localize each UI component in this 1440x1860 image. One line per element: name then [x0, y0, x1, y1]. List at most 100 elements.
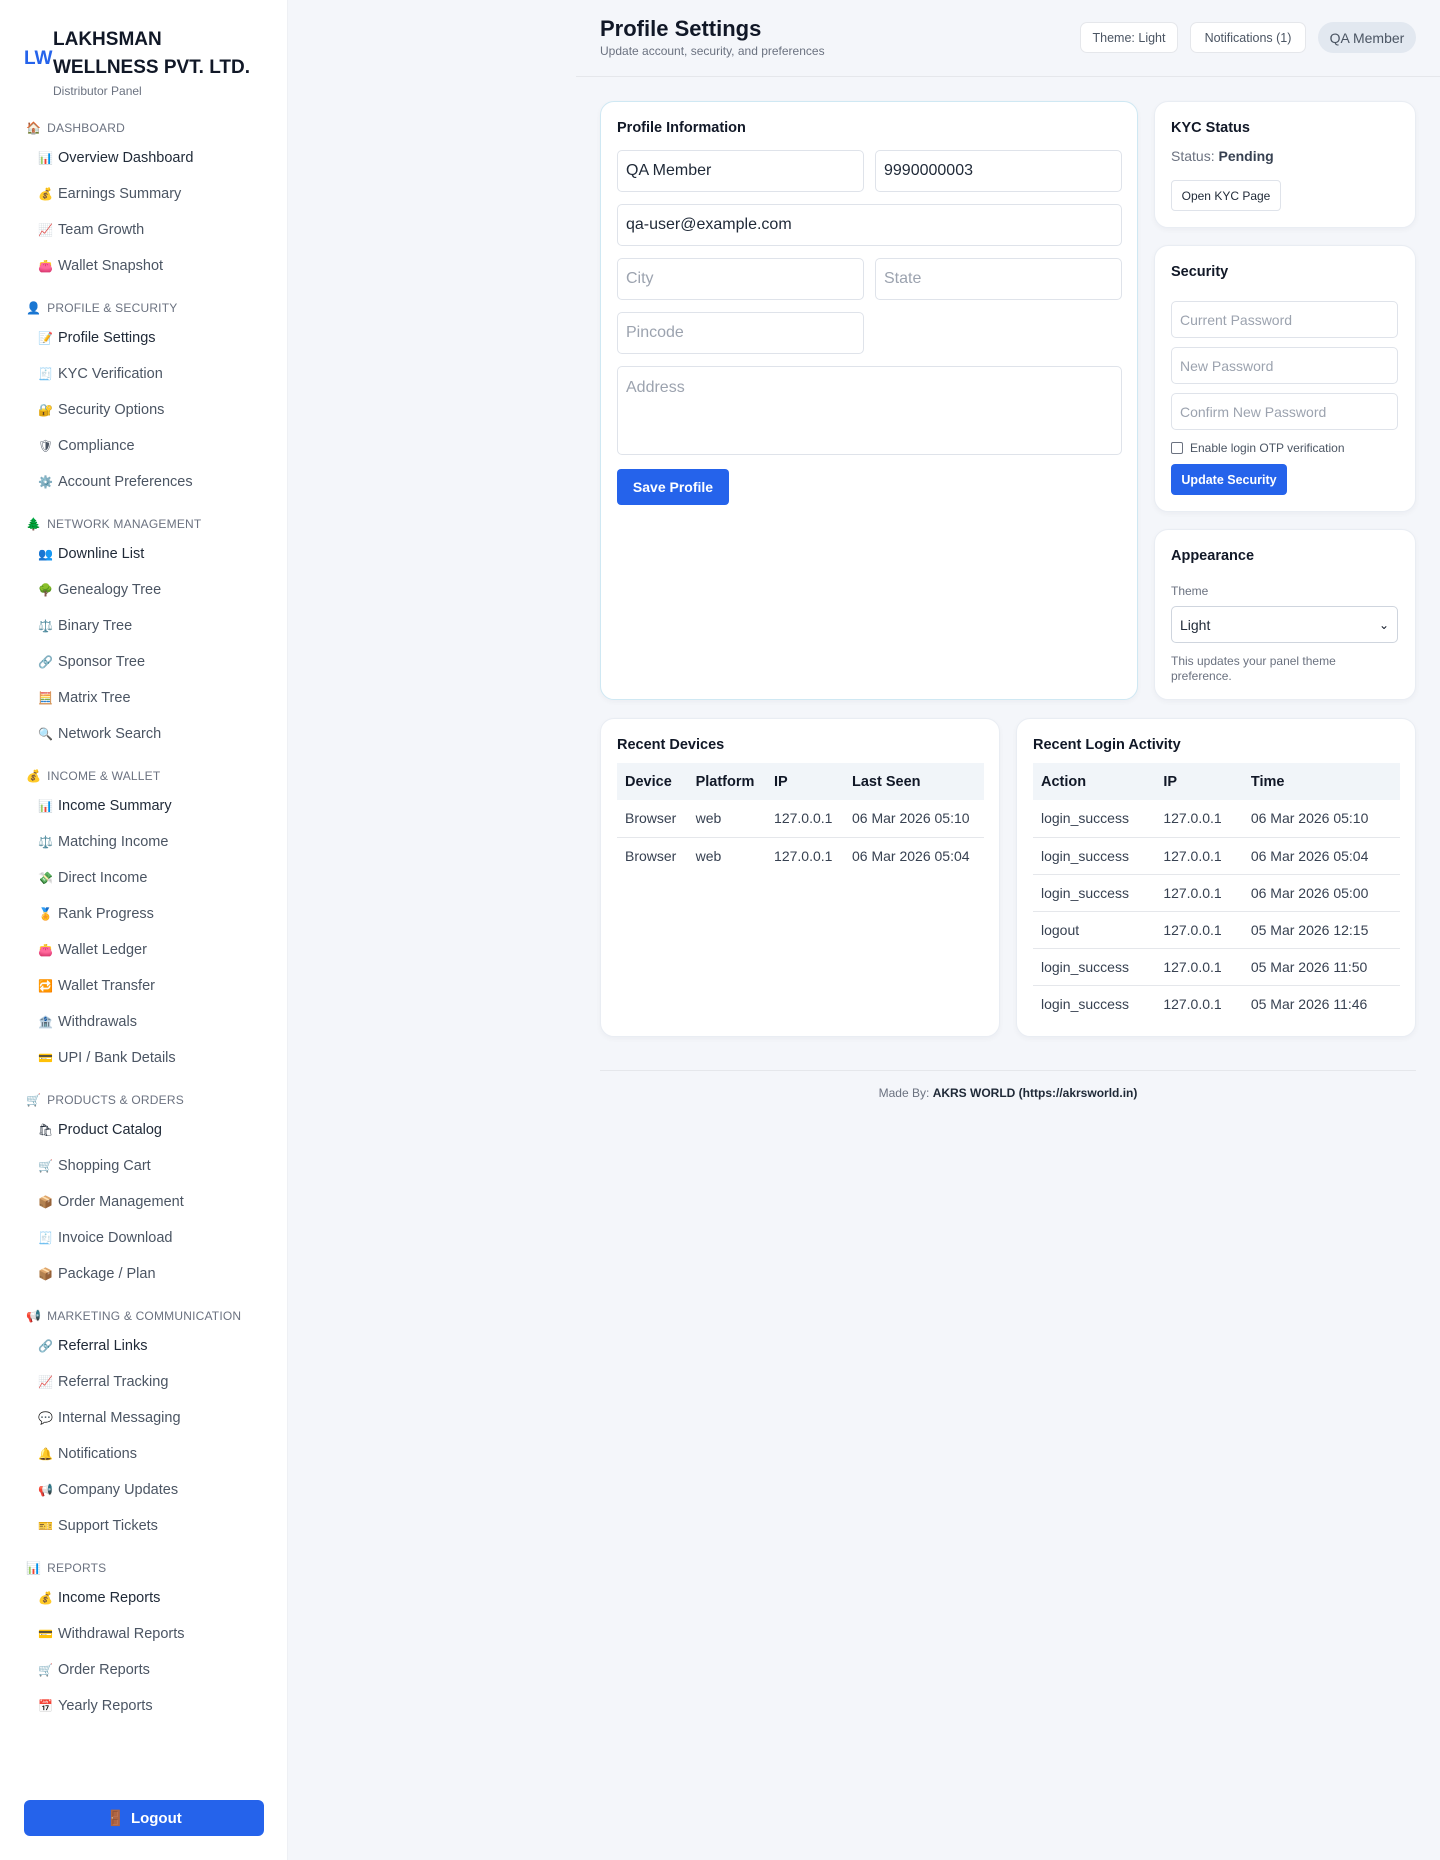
sidebar-item-withdrawals[interactable]: 🏦 Withdrawals: [0, 1004, 287, 1040]
nav-item-label: Matrix Tree: [58, 690, 131, 706]
nav-heading: 📢 MARKETING & COMMUNICATION: [0, 1304, 287, 1328]
kyc-card-title: KYC Status: [1171, 120, 1250, 136]
sidebar-item-profile-settings[interactable]: 📝 Profile Settings: [0, 320, 287, 356]
logout-label: Logout: [130, 1809, 182, 1827]
otp-checkbox[interactable]: [1171, 442, 1183, 454]
table-row: login_success 127.0.0.1 05 Mar 2026 11:46: [1033, 985, 1400, 1022]
email-field[interactable]: qa-user@example.com: [617, 204, 1122, 246]
sidebar-item-product-catalog[interactable]: 🛍 Product Catalog: [0, 1112, 287, 1148]
table-cell: login_success: [1033, 948, 1156, 986]
sidebar-item-overview-dashboard[interactable]: 📊 Overview Dashboard: [0, 140, 287, 176]
sidebar-item-order-reports[interactable]: 🛒 Order Reports: [0, 1652, 287, 1688]
theme-hint: This updates your panel theme preference…: [1171, 654, 1336, 683]
sidebar-item-downline-list[interactable]: 👥 Downline List: [0, 536, 287, 572]
sidebar-item-package-plan[interactable]: 📦 Package / Plan: [0, 1256, 287, 1292]
sidebar-item-rank-progress[interactable]: 🏅 Rank Progress: [0, 896, 287, 932]
table-row: Browser web 127.0.0.1 06 Mar 2026 05:10: [617, 800, 984, 838]
sidebar-item-network-search[interactable]: 🔍 Network Search: [0, 716, 287, 752]
nav-item-label: Account Preferences: [58, 474, 193, 490]
sidebar-item-earnings-summary[interactable]: 💰 Earnings Summary: [0, 176, 287, 212]
brand-logo: LW: [24, 48, 53, 69]
nav-item-icon: 🔐: [38, 403, 53, 417]
sidebar-item-matching-income[interactable]: ⚖️ Matching Income: [0, 824, 287, 860]
theme-toggle-button[interactable]: Theme: Light: [1080, 22, 1178, 53]
sidebar-item-compliance[interactable]: 🛡 Compliance: [0, 428, 287, 464]
sidebar-item-kyc-verification[interactable]: 🧾 KYC Verification: [0, 356, 287, 392]
sidebar-item-referral-tracking[interactable]: 📈 Referral Tracking: [0, 1364, 287, 1400]
address-field[interactable]: Address: [617, 366, 1122, 455]
sidebar-item-wallet-transfer[interactable]: 🔁 Wallet Transfer: [0, 968, 287, 1004]
theme-select[interactable]: Light ⌄: [1171, 606, 1398, 643]
nav-item-label: Shopping Cart: [58, 1158, 151, 1174]
table-cell: 127.0.0.1: [1163, 995, 1222, 1012]
sidebar-item-withdrawal-reports[interactable]: 💳 Withdrawal Reports: [0, 1616, 287, 1652]
sidebar-item-wallet-ledger[interactable]: 👛 Wallet Ledger: [0, 932, 287, 968]
sidebar-item-invoice-download[interactable]: 🧾 Invoice Download: [0, 1220, 287, 1256]
update-security-button[interactable]: Update Security: [1171, 464, 1287, 495]
user-badge[interactable]: QA Member: [1318, 22, 1416, 53]
sidebar-item-notifications[interactable]: 🔔 Notifications: [0, 1436, 287, 1472]
city-field[interactable]: City: [617, 258, 864, 300]
current-password-field[interactable]: Current Password: [1171, 301, 1398, 338]
table-cell: login_success: [1041, 995, 1129, 1012]
sidebar-item-yearly-reports[interactable]: 📅 Yearly Reports: [0, 1688, 287, 1724]
nav-item-label: Withdrawals: [58, 1014, 137, 1030]
nav-section-3: 💰 INCOME & WALLET 📊 Income Summary ⚖️ Matchin…: [0, 764, 287, 1076]
nav-item-label: Rank Progress: [58, 906, 154, 922]
table-cell: 05 Mar 2026 12:15: [1242, 911, 1400, 949]
nav-item-icon: 👥: [38, 547, 53, 561]
save-profile-button[interactable]: Save Profile: [617, 469, 729, 505]
sidebar-item-sponsor-tree[interactable]: 🔗 Sponsor Tree: [0, 644, 287, 680]
sidebar-item-matrix-tree[interactable]: 🧮 Matrix Tree: [0, 680, 287, 716]
table-cell: 06 Mar 2026 05:04: [852, 847, 970, 864]
table-row: login_success 127.0.0.1 05 Mar 2026 11:50: [1033, 948, 1400, 986]
sidebar-item-binary-tree[interactable]: ⚖️ Binary Tree: [0, 608, 287, 644]
nav-item-icon: 📅: [38, 1699, 53, 1713]
table-cell: logout: [1033, 911, 1156, 949]
confirm-password-field[interactable]: Confirm New Password: [1171, 393, 1398, 430]
sidebar-item-security-options[interactable]: 🔐 Security Options: [0, 392, 287, 428]
sidebar-item-order-management[interactable]: 📦 Order Management: [0, 1184, 287, 1220]
notifications-button[interactable]: Notifications (1): [1190, 22, 1306, 53]
footer-credit-link[interactable]: AKRS WORLD (https://akrsworld.in): [933, 1086, 1138, 1100]
column-header: Last Seen: [844, 763, 984, 800]
nav-heading: 📊 REPORTS: [0, 1556, 287, 1580]
brand: LW LAKHSMAN WELLNESS PVT. LTD. Distribut…: [0, 0, 287, 104]
sidebar-item-genealogy-tree[interactable]: 🌳 Genealogy Tree: [0, 572, 287, 608]
sidebar-item-wallet-snapshot[interactable]: 👛 Wallet Snapshot: [0, 248, 287, 284]
kyc-status: Status: Pending: [1171, 148, 1274, 164]
sidebar-item-income-reports[interactable]: 💰 Income Reports: [0, 1580, 287, 1616]
nav-item-icon: 📢: [38, 1483, 53, 1497]
recent-devices-title: Recent Devices: [617, 737, 725, 753]
table-cell: 05 Mar 2026 11:46: [1250, 995, 1368, 1012]
sidebar-item-internal-messaging[interactable]: 💬 Internal Messaging: [0, 1400, 287, 1436]
nav-item-icon: 📊: [38, 151, 53, 165]
sidebar-item-team-growth[interactable]: 📈 Team Growth: [0, 212, 287, 248]
sidebar-item-company-updates[interactable]: 📢 Company Updates: [0, 1472, 287, 1508]
open-kyc-button[interactable]: Open KYC Page: [1171, 180, 1281, 211]
new-password-field[interactable]: New Password: [1171, 347, 1398, 384]
table-cell: login_success: [1033, 837, 1156, 875]
nav-item-icon: 🌳: [38, 583, 53, 597]
state-field[interactable]: State: [875, 258, 1122, 300]
sidebar-item-direct-income[interactable]: 💸 Direct Income: [0, 860, 287, 896]
nav-section-2: 🌲 NETWORK MANAGEMENT 👥 Downline List 🌳 Geneal…: [0, 512, 287, 752]
sidebar-item-shopping-cart[interactable]: 🛒 Shopping Cart: [0, 1148, 287, 1184]
nav-heading-label: INCOME & WALLET: [47, 769, 161, 783]
nav-item-label: Matching Income: [58, 834, 169, 850]
sidebar-item-income-summary[interactable]: 📊 Income Summary: [0, 788, 287, 824]
column-header: IP: [1155, 763, 1243, 800]
pincode-field[interactable]: Pincode: [617, 312, 864, 354]
sidebar-item-upi-bank-details[interactable]: 💳 UPI / Bank Details: [0, 1040, 287, 1076]
sidebar-item-support-tickets[interactable]: 🎫 Support Tickets: [0, 1508, 287, 1544]
logout-button[interactable]: 🚪 Logout: [24, 1800, 264, 1836]
sidebar-item-account-preferences[interactable]: ⚙️ Account Preferences: [0, 464, 287, 500]
name-field[interactable]: QA Member: [617, 150, 864, 192]
kyc-status-label: Status:: [1171, 148, 1215, 164]
nav-item-label: Downline List: [58, 546, 145, 562]
kyc-status-value: Pending: [1218, 148, 1274, 164]
phone-field[interactable]: 9990000003: [875, 150, 1122, 192]
sidebar-item-referral-links[interactable]: 🔗 Referral Links: [0, 1328, 287, 1364]
nav-item-icon: 🎫: [38, 1519, 53, 1533]
section-icon: 🌲: [26, 517, 42, 531]
